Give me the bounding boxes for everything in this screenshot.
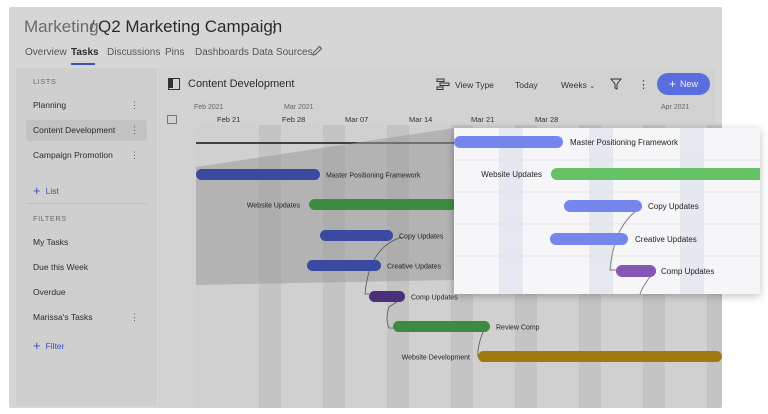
week-label: Feb 28: [282, 115, 305, 124]
week-label: Mar 07: [345, 115, 368, 124]
month-label: Mar 2021: [284, 104, 314, 111]
week-label: Mar 14: [409, 115, 432, 124]
task-bar-website-updates[interactable]: [309, 199, 457, 210]
zoom-task-bar-copy-updates[interactable]: [564, 200, 642, 212]
task-bar-copy-updates[interactable]: [320, 230, 393, 241]
task-bar-review-comp[interactable]: [393, 321, 490, 332]
month-label: Apr 2021: [661, 104, 690, 111]
task-bar-website-development[interactable]: [478, 351, 722, 362]
task-bar-comp-updates[interactable]: [369, 291, 405, 302]
zoom-task-label-creative-updates: Creative Updates: [635, 235, 697, 244]
zoom-task-bar-master-positioning-framework[interactable]: [454, 136, 563, 148]
zoom-callout: Master Positioning Framework Website Upda…: [454, 128, 760, 294]
zoom-task-label-copy-updates: Copy Updates: [648, 202, 699, 211]
zoom-task-label-master-positioning-framework: Master Positioning Framework: [570, 138, 679, 147]
task-label-review-comp: Review Comp: [496, 325, 540, 332]
stage: Marketing / Q2 Marketing Campaign ⋮ Over…: [0, 0, 768, 414]
week-label: Feb 21: [217, 115, 240, 124]
zoom-task-bar-creative-updates[interactable]: [550, 233, 628, 245]
task-label-website-updates: Website Updates: [247, 203, 301, 210]
zoom-task-label-comp-updates: Comp Updates: [661, 267, 714, 276]
zoom-task-bar-comp-updates[interactable]: [616, 265, 656, 277]
task-label-copy-updates: Copy Updates: [399, 234, 444, 241]
week-label: Mar 28: [535, 115, 558, 124]
task-label-creative-updates: Creative Updates: [387, 264, 442, 271]
zoom-task-bar-website-updates[interactable]: [551, 168, 760, 180]
week-label: Mar 21: [471, 115, 494, 124]
task-bar-master-positioning-framework[interactable]: [196, 169, 320, 180]
zoom-task-label-website-updates: Website Updates: [481, 170, 542, 179]
month-label: Feb 2021: [194, 104, 224, 111]
task-label-website-development: Website Development: [402, 355, 470, 362]
task-label-master-positioning-framework: Master Positioning Framework: [326, 173, 421, 180]
task-label-comp-updates: Comp Updates: [411, 295, 458, 302]
weekend-stripe: [499, 128, 523, 294]
task-bar-creative-updates[interactable]: [307, 260, 381, 271]
